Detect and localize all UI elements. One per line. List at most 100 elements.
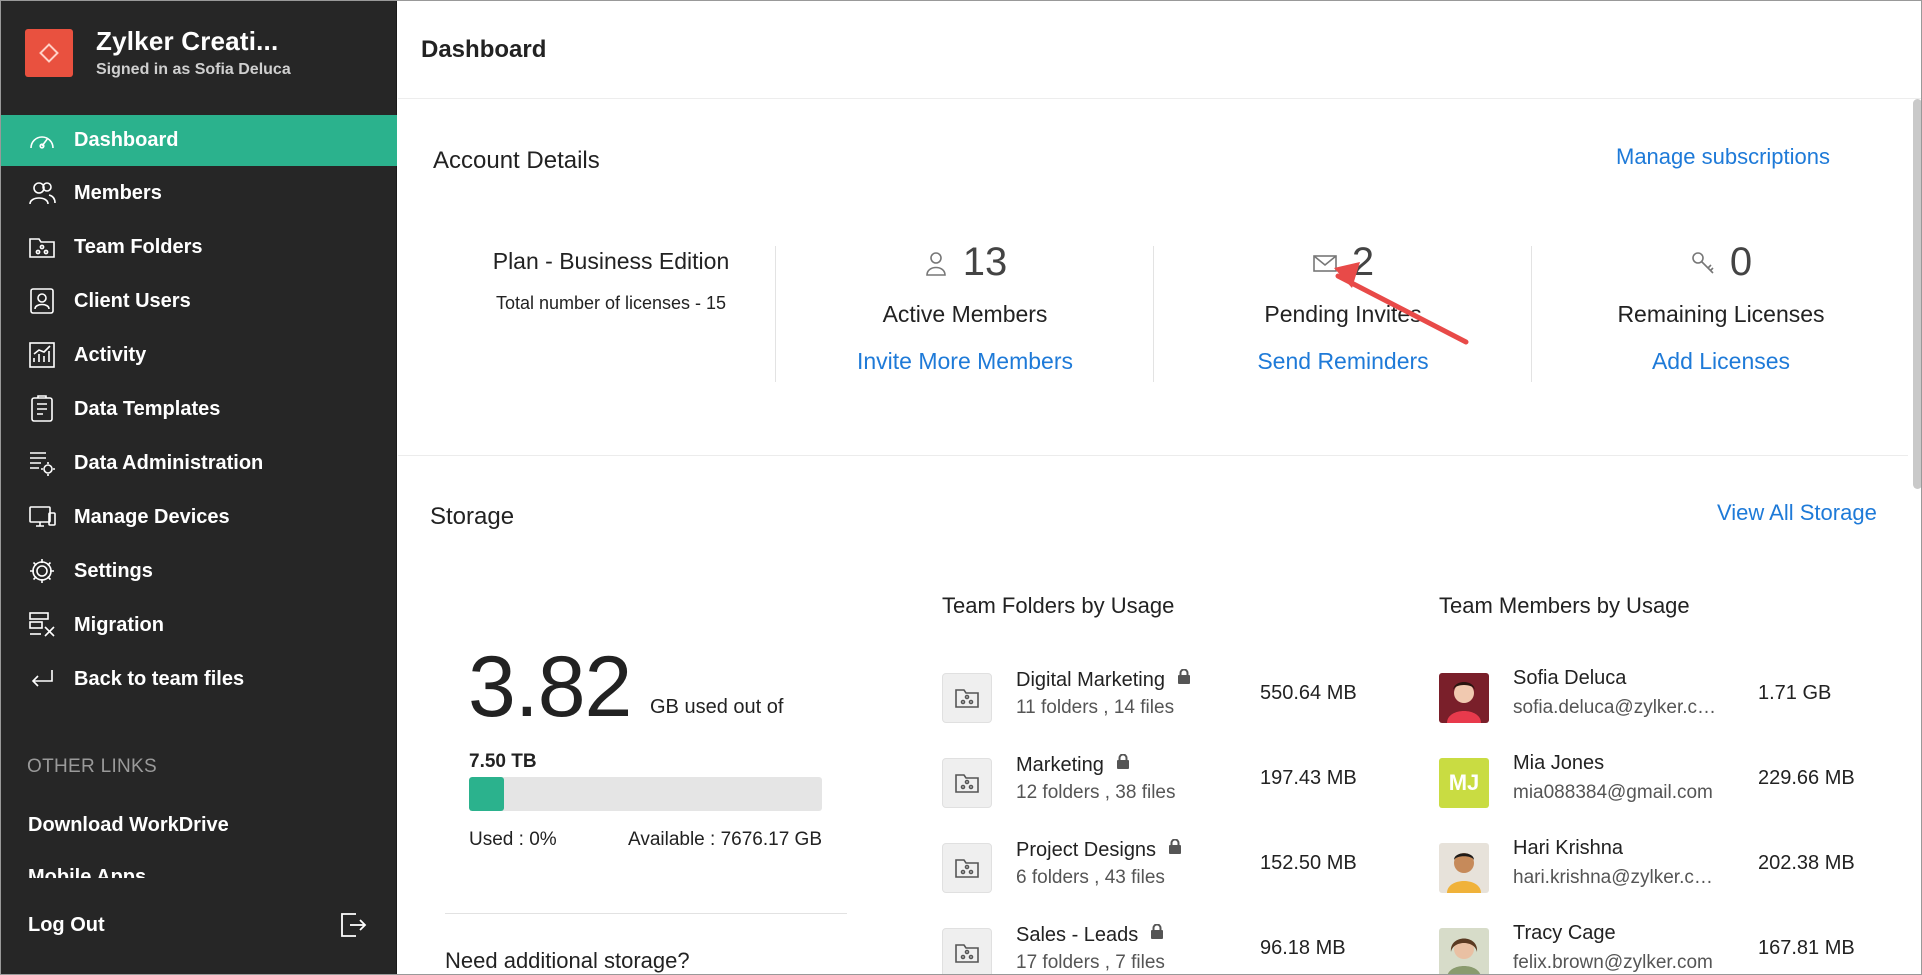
sidebar-item-label: Team Folders <box>74 235 203 258</box>
sidebar-item-dashboard[interactable]: Dashboard <box>0 115 397 166</box>
storage-used-percent: Used : 0% <box>469 829 557 850</box>
sidebar-item-label: Activity <box>74 343 147 366</box>
storage-progress-bar <box>469 777 822 811</box>
team-folder-icon <box>26 231 58 263</box>
sidebar-item-data-administration[interactable]: Data Administration <box>0 436 397 490</box>
folder-name: Sales - Leads <box>1016 924 1139 946</box>
org-logo <box>25 28 73 77</box>
lock-icon <box>1116 752 1130 775</box>
member-usage: 1.71 GB <box>1758 682 1832 704</box>
member-email: mia088384@gmail.com <box>1513 782 1713 803</box>
member-usage: 202.38 MB <box>1758 852 1855 874</box>
stat-divider <box>1153 246 1154 382</box>
folder-counts: 17 folders , 7 files <box>1016 952 1165 973</box>
sidebar-item-settings[interactable]: Settings <box>0 544 397 598</box>
folder-name: Digital Marketing <box>1016 669 1165 691</box>
sidebar-item-label: Manage Devices <box>74 505 230 528</box>
add-licenses-link[interactable]: Add Licenses <box>1541 348 1901 375</box>
sidebar-item-back-to-team-files[interactable]: Back to team files <box>0 652 397 706</box>
org-name: Zylker Creati... <box>96 26 279 56</box>
folder-counts: 12 folders , 38 files <box>1016 782 1176 803</box>
sidebar-item-label: Client Users <box>74 289 191 312</box>
org-header[interactable]: Zylker Creati... Signed in as Sofia Delu… <box>25 26 291 79</box>
gear-icon <box>26 555 58 587</box>
sidebar-item-label: Migration <box>74 613 164 636</box>
view-all-storage-link[interactable]: View All Storage <box>1717 500 1877 526</box>
list-item[interactable]: Hari Krishna hari.krishna@zylker.com 202… <box>1439 837 1879 897</box>
sidebar-item-manage-devices[interactable]: Manage Devices <box>0 490 397 544</box>
sidebar: Zylker Creati... Signed in as Sofia Delu… <box>0 0 397 975</box>
data-template-icon <box>26 393 58 425</box>
list-item[interactable]: Marketing 12 folders , 38 files 197.43 M… <box>942 752 1362 812</box>
team-members-usage-title: Team Members by Usage <box>1439 593 1690 618</box>
member-name: Mia Jones <box>1513 752 1605 774</box>
sidebar-item-migration[interactable]: Migration <box>0 598 397 652</box>
plan-info: Plan - Business Edition Total number of … <box>436 248 786 314</box>
list-item[interactable]: MJ Mia Jones mia088384@gmail.com 229.66 … <box>1439 752 1879 812</box>
member-email: sofia.deluca@zylker.com <box>1513 697 1718 718</box>
list-item[interactable]: Sofia Deluca sofia.deluca@zylker.com 1.7… <box>1439 667 1879 727</box>
plan-licenses: Total number of licenses - 15 <box>495 293 727 313</box>
data-admin-icon <box>26 447 58 479</box>
logout-link[interactable]: Log Out <box>28 914 105 937</box>
folder-size: 550.64 MB <box>1260 682 1357 704</box>
avatar: MJ <box>1439 758 1489 808</box>
team-folder-icon <box>942 928 992 975</box>
folder-counts: 6 folders , 43 files <box>1016 867 1165 888</box>
sidebar-item-label: Data Templates <box>74 397 221 420</box>
folder-size: 96.18 MB <box>1260 937 1346 959</box>
sidebar-item-data-templates[interactable]: Data Templates <box>0 382 397 436</box>
team-folder-icon <box>942 758 992 808</box>
topbar: Dashboard <box>398 0 1922 99</box>
team-folder-icon <box>942 673 992 723</box>
member-email: felix.brown@zylker.com <box>1513 952 1713 973</box>
person-icon <box>925 251 946 276</box>
scrollbar-thumb[interactable] <box>1913 99 1922 489</box>
storage-available: Available : 7676.17 GB <box>627 829 822 850</box>
storage-used-suffix: GB used out of <box>650 696 784 718</box>
sidebar-item-activity[interactable]: Activity <box>0 328 397 382</box>
devices-icon <box>26 501 58 533</box>
sidebar-item-team-folders[interactable]: Team Folders <box>0 220 397 274</box>
member-name: Sofia Deluca <box>1513 667 1627 689</box>
client-user-icon <box>26 285 58 317</box>
member-name: Hari Krishna <box>1513 837 1624 859</box>
stat-remaining-licenses: 0 Remaining Licenses Add Licenses <box>1541 240 1901 375</box>
mobile-apps-link[interactable]: Mobile Apps <box>28 866 146 878</box>
sidebar-item-client-users[interactable]: Client Users <box>0 274 397 328</box>
lock-icon <box>1150 922 1164 945</box>
sidebar-item-label: Dashboard <box>74 129 179 151</box>
member-usage: 167.81 MB <box>1758 937 1855 959</box>
lock-icon <box>1168 837 1182 860</box>
plan-name: Plan - Business Edition <box>492 248 730 274</box>
invite-more-members-link[interactable]: Invite More Members <box>785 348 1145 375</box>
storage-progress-fill <box>469 777 505 811</box>
avatar <box>1439 673 1489 723</box>
members-icon <box>26 177 58 209</box>
stat-divider <box>1531 246 1532 382</box>
sidebar-item-label: Settings <box>74 559 153 582</box>
account-details-section: Account Details Manage subscriptions Pla… <box>398 100 1908 456</box>
callout-arrow-icon <box>1334 262 1469 345</box>
download-workdrive-link[interactable]: Download WorkDrive <box>28 814 229 837</box>
list-item[interactable]: Digital Marketing 11 folders , 14 files … <box>942 667 1362 727</box>
list-item[interactable]: Tracy Cage felix.brown@zylker.com 167.81… <box>1439 922 1879 975</box>
signed-in-text: Signed in as Sofia Deluca <box>96 61 291 78</box>
list-item[interactable]: Sales - Leads 17 folders , 7 files 96.18… <box>942 922 1362 975</box>
member-email: hari.krishna@zylker.com <box>1513 867 1718 888</box>
active-members-label: Active Members <box>882 301 1048 327</box>
member-name: Tracy Cage <box>1513 922 1616 944</box>
sidebar-item-members[interactable]: Members <box>0 166 397 220</box>
folder-size: 197.43 MB <box>1260 767 1357 789</box>
activity-chart-icon <box>26 339 58 371</box>
sidebar-item-label: Data Administration <box>74 451 264 474</box>
logout-icon[interactable] <box>338 910 370 942</box>
other-links-heading: OTHER LINKS <box>27 756 157 777</box>
remaining-licenses-count: 0 <box>1729 240 1753 284</box>
folder-size: 152.50 MB <box>1260 852 1357 874</box>
need-more-storage-text: Need additional storage? <box>445 948 690 973</box>
list-item[interactable]: Project Designs 6 folders , 43 files 152… <box>942 837 1362 897</box>
manage-subscriptions-link[interactable]: Manage subscriptions <box>1616 144 1830 170</box>
member-usage: 229.66 MB <box>1758 767 1855 789</box>
storage-total: 7.50 TB <box>469 751 537 772</box>
